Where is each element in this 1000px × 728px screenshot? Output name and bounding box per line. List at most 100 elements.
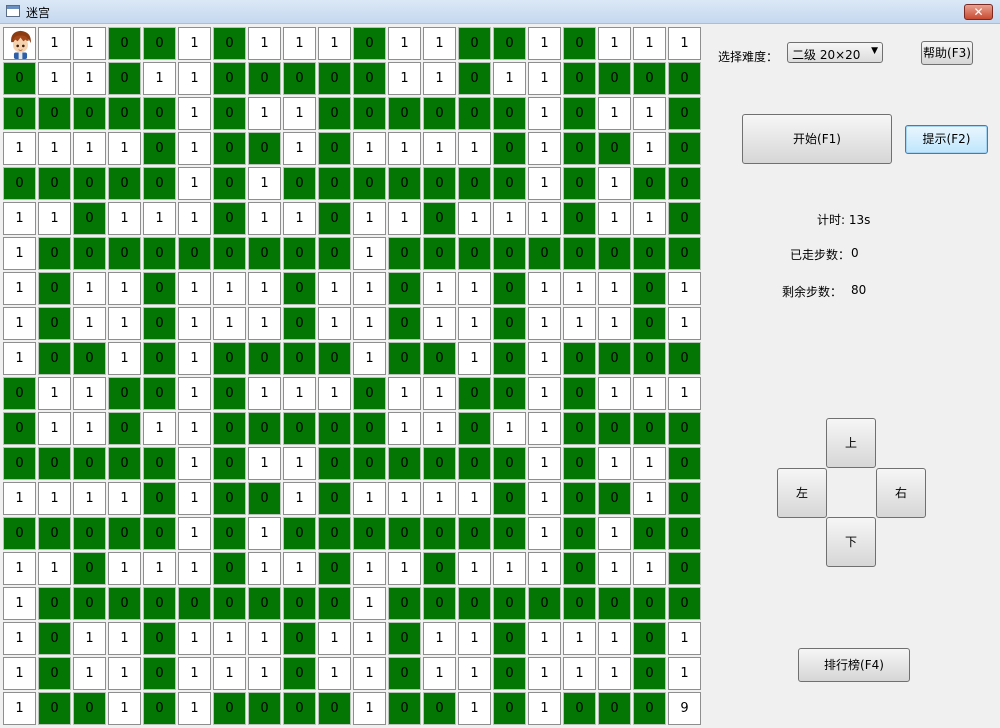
move-right-button[interactable]: 右 — [876, 468, 926, 518]
close-button[interactable]: ✕ — [964, 4, 993, 20]
maze-cell-value: 0 — [575, 36, 584, 51]
maze-cell-value: 1 — [540, 491, 549, 506]
maze-cell-path: 1 — [318, 272, 351, 305]
maze-cell-value: 1 — [260, 666, 269, 681]
timer-text: 计时: 13s — [817, 213, 871, 227]
maze-cell-wall: 0 — [38, 237, 71, 270]
maze-cell-value: 1 — [365, 596, 374, 611]
maze-cell-wall: 0 — [73, 342, 106, 375]
maze-cell-wall: 0 — [458, 517, 491, 550]
maze-cell-value: 1 — [295, 211, 304, 226]
maze-cell-path: 1 — [458, 272, 491, 305]
move-up-button[interactable]: 上 — [826, 418, 876, 468]
maze-cell-value: 1 — [15, 246, 24, 261]
maze-cell-value: 0 — [85, 176, 94, 191]
maze-cell-path: 1 — [598, 517, 631, 550]
move-down-button[interactable]: 下 — [826, 517, 876, 567]
maze-cell-wall: 0 — [108, 447, 141, 480]
maze-cell-value: 1 — [540, 281, 549, 296]
title-bar: 迷宫 ✕ — [0, 0, 1000, 24]
maze-cell-value: 0 — [330, 106, 339, 121]
maze-cell-path: 1 — [318, 27, 351, 60]
maze-cell-path: 1 — [528, 272, 561, 305]
maze-cell-value: 0 — [50, 106, 59, 121]
maze-cell-wall: 0 — [108, 62, 141, 95]
maze-cell-value: 1 — [330, 36, 339, 51]
move-left-button[interactable]: 左 — [777, 468, 827, 518]
maze-cell-wall: 0 — [423, 97, 456, 130]
maze-cell-value: 0 — [610, 351, 619, 366]
help-button[interactable]: 帮助(F3) — [921, 41, 973, 65]
maze-cell-value: 1 — [50, 491, 59, 506]
maze-cell-value: 1 — [435, 71, 444, 86]
maze-cell-path: 1 — [143, 202, 176, 235]
maze-cell-path: 1 — [108, 622, 141, 655]
maze-cell-path: 1 — [248, 202, 281, 235]
maze-cell-value: 0 — [435, 351, 444, 366]
maze-cell-path: 1 — [178, 27, 211, 60]
maze-cell-path: 1 — [248, 307, 281, 340]
maze-cell-value: 0 — [155, 701, 164, 716]
maze-cell-path: 1 — [108, 342, 141, 375]
maze-cell-wall: 0 — [423, 237, 456, 270]
maze-cell-wall: 0 — [388, 657, 421, 690]
maze-cell-path: 1 — [598, 97, 631, 130]
maze-cell-value: 1 — [85, 36, 94, 51]
maze-cell-wall: 0 — [388, 97, 421, 130]
maze-cell-value: 1 — [645, 106, 654, 121]
maze-cell-value: 1 — [540, 71, 549, 86]
maze-cell-wall: 0 — [493, 692, 526, 725]
maze-cell-value: 0 — [540, 596, 549, 611]
maze-cell-value: 1 — [295, 386, 304, 401]
maze-cell-value: 1 — [295, 36, 304, 51]
maze-cell-value: 0 — [260, 421, 269, 436]
maze-cell-value: 1 — [190, 36, 199, 51]
maze-cell-value: 0 — [225, 421, 234, 436]
maze-cell-value: 0 — [225, 596, 234, 611]
maze-cell-path: 1 — [283, 27, 316, 60]
maze-cell-wall: 0 — [598, 412, 631, 445]
maze-cell-path: 1 — [563, 307, 596, 340]
leaderboard-button[interactable]: 排行榜(F4) — [798, 648, 910, 682]
start-button[interactable]: 开始(F1) — [742, 114, 892, 164]
maze-cell-path: 1 — [528, 412, 561, 445]
maze-cell-wall: 0 — [143, 447, 176, 480]
maze-cell-path: 1 — [598, 447, 631, 480]
maze-cell-value: 0 — [295, 351, 304, 366]
hint-button[interactable]: 提示(F2) — [905, 125, 988, 154]
maze-cell-path: 1 — [353, 342, 386, 375]
difficulty-select[interactable]: 二级 20×20 ▼ — [787, 42, 883, 63]
maze-cell-wall: 0 — [213, 412, 246, 445]
maze-cell-value: 1 — [435, 386, 444, 401]
maze-cell-wall: 0 — [213, 692, 246, 725]
maze-cell-value: 1 — [120, 701, 129, 716]
maze-cell-path: 1 — [178, 62, 211, 95]
maze-cell-value: 1 — [680, 386, 689, 401]
maze-cell-value: 0 — [470, 386, 479, 401]
maze-cell-path: 1 — [598, 307, 631, 340]
maze-cell-value: 1 — [190, 281, 199, 296]
maze-cell-value: 1 — [645, 491, 654, 506]
maze-cell-value: 0 — [15, 71, 24, 86]
maze-cell-value: 0 — [85, 526, 94, 541]
maze-cell-value: 1 — [470, 351, 479, 366]
maze-cell-wall: 0 — [668, 202, 701, 235]
maze-cell-path: 1 — [633, 97, 666, 130]
maze-cell-wall: 0 — [143, 132, 176, 165]
maze-cell-value: 1 — [470, 666, 479, 681]
maze-cell-value: 0 — [295, 246, 304, 261]
maze-cell-path: 1 — [3, 552, 36, 585]
maze-cell-path: 9 — [668, 692, 701, 725]
maze-cell-wall: 0 — [388, 622, 421, 655]
maze-cell-wall: 0 — [283, 342, 316, 375]
maze-cell-value: 1 — [330, 386, 339, 401]
maze-cell-value: 1 — [295, 561, 304, 576]
maze-cell-value: 0 — [400, 701, 409, 716]
maze-cell-value: 1 — [190, 351, 199, 366]
maze-cell-path: 1 — [633, 552, 666, 585]
maze-cell-wall: 0 — [38, 272, 71, 305]
maze-cell-value: 0 — [645, 596, 654, 611]
maze-cell-wall: 0 — [493, 97, 526, 130]
maze-cell-wall: 0 — [388, 692, 421, 725]
maze-cell-value: 1 — [435, 141, 444, 156]
